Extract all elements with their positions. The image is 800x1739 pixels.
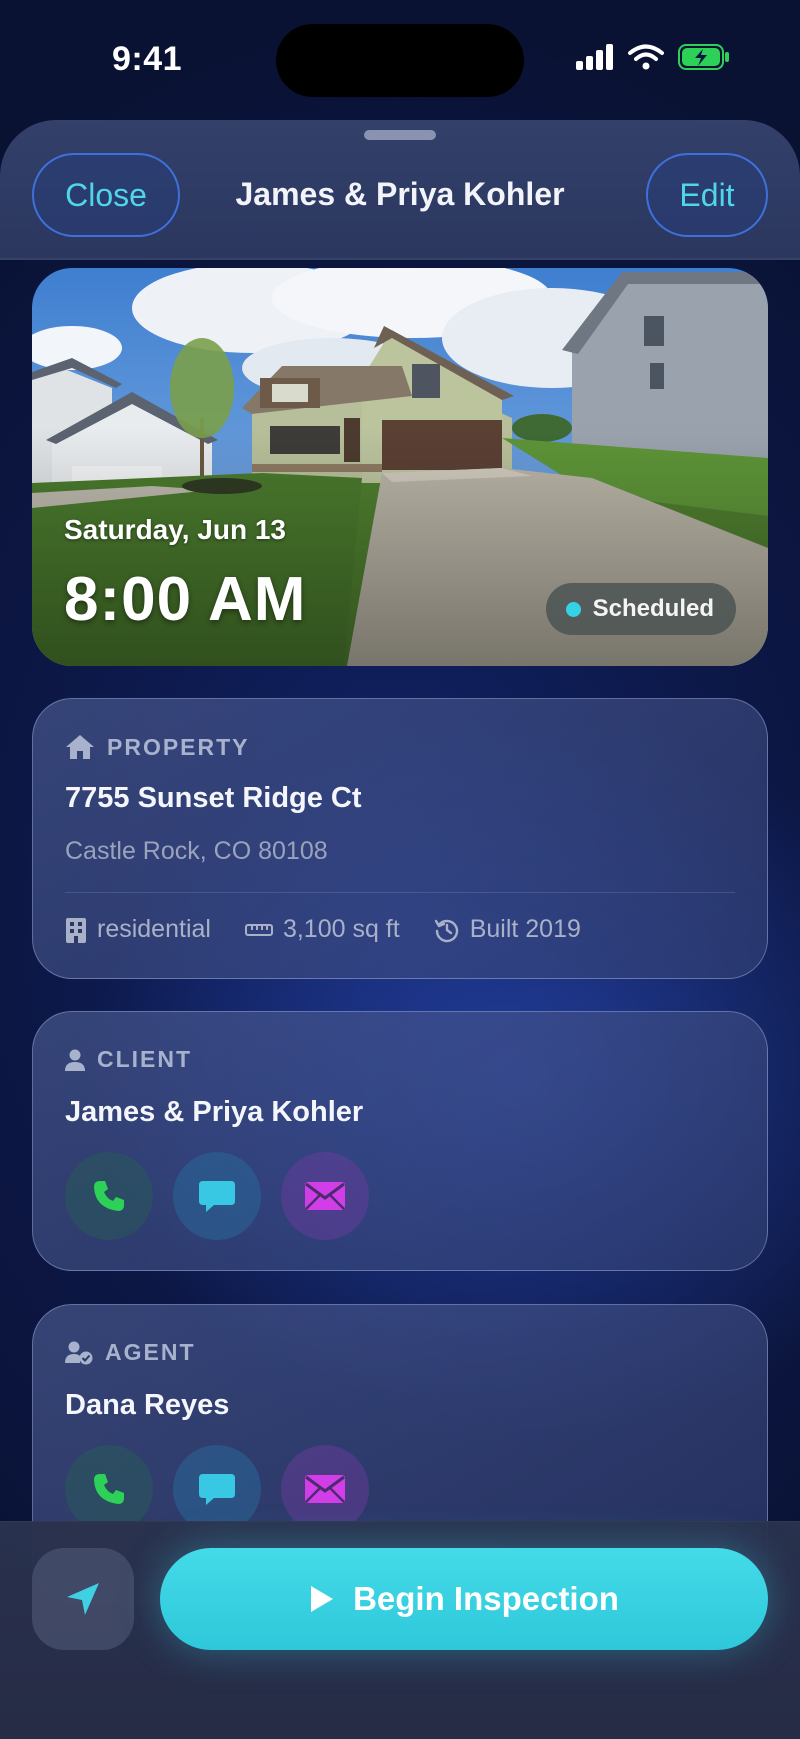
edit-button[interactable]: Edit xyxy=(646,153,768,237)
agent-actions xyxy=(65,1445,369,1533)
play-icon xyxy=(311,1586,334,1612)
begin-inspection-label: Begin Inspection xyxy=(353,1580,619,1617)
client-message-button[interactable] xyxy=(173,1152,261,1240)
cellular-signal-icon xyxy=(576,44,613,70)
property-address: 7755 Sunset Ridge Ct xyxy=(65,782,362,814)
status-bar: 9:41 xyxy=(0,0,800,120)
status-icons xyxy=(576,44,730,70)
battery-charging-icon xyxy=(678,44,729,70)
navigate-button[interactable] xyxy=(32,1548,134,1650)
agent-heading-label: AGENT xyxy=(105,1339,196,1365)
person-check-icon xyxy=(65,1341,93,1364)
property-type-label: residential xyxy=(97,915,211,943)
client-name: James & Priya Kohler xyxy=(65,1096,364,1128)
property-year-label: Built 2019 xyxy=(469,915,581,943)
message-icon xyxy=(199,1181,235,1212)
home-icon xyxy=(66,735,94,759)
begin-inspection-button[interactable]: Begin Inspection xyxy=(160,1548,768,1650)
message-icon xyxy=(199,1474,235,1505)
building-icon xyxy=(66,917,86,943)
client-heading-label: CLIENT xyxy=(97,1046,193,1072)
client-heading: CLIENT xyxy=(65,1046,192,1073)
status-label: Scheduled xyxy=(592,595,714,622)
status-time: 9:41 xyxy=(112,40,183,78)
divider xyxy=(65,892,735,893)
property-size: 3,100 sq ft xyxy=(244,915,400,944)
wifi-icon xyxy=(628,44,664,70)
client-actions xyxy=(65,1152,369,1240)
client-email-button[interactable] xyxy=(281,1152,369,1240)
history-icon xyxy=(434,919,458,942)
property-size-label: 3,100 sq ft xyxy=(282,915,400,943)
mail-icon xyxy=(305,1182,345,1210)
property-heading-label: PROPERTY xyxy=(107,733,250,760)
client-card: CLIENT James & Priya Kohler xyxy=(32,1011,768,1271)
sheet-grabber[interactable] xyxy=(364,130,436,140)
agent-call-button[interactable] xyxy=(65,1445,153,1533)
agent-name: Dana Reyes xyxy=(65,1389,230,1421)
bottom-action-bar: Begin Inspection xyxy=(0,1521,800,1739)
property-year: Built 2019 xyxy=(434,915,581,944)
status-dot xyxy=(565,601,581,617)
navigation-arrow-icon xyxy=(67,1583,99,1615)
person-icon xyxy=(65,1049,85,1071)
property-details: residential 3,100 sq ft Built 2019 xyxy=(65,915,581,944)
inspection-time: 8:00 AM xyxy=(64,565,307,634)
dynamic-island xyxy=(276,24,524,97)
property-type: residential xyxy=(65,915,211,944)
sheet-header: Close James & Priya Kohler Edit xyxy=(0,120,800,260)
agent-heading: AGENT xyxy=(65,1339,196,1366)
property-card[interactable]: PROPERTY 7755 Sunset Ridge Ct Castle Roc… xyxy=(32,698,768,979)
inspection-date: Saturday, Jun 13 xyxy=(64,514,287,545)
phone-icon xyxy=(94,1181,124,1211)
phone-icon xyxy=(94,1474,124,1504)
property-heading: PROPERTY xyxy=(65,733,250,761)
ruler-icon xyxy=(244,923,273,936)
property-city: Castle Rock, CO 80108 xyxy=(65,837,328,865)
status-badge: Scheduled xyxy=(545,583,736,635)
mail-icon xyxy=(305,1475,345,1503)
property-photo-card: Saturday, Jun 13 8:00 AM Scheduled xyxy=(32,268,768,666)
agent-message-button[interactable] xyxy=(173,1445,261,1533)
agent-email-button[interactable] xyxy=(281,1445,369,1533)
client-call-button[interactable] xyxy=(65,1152,153,1240)
